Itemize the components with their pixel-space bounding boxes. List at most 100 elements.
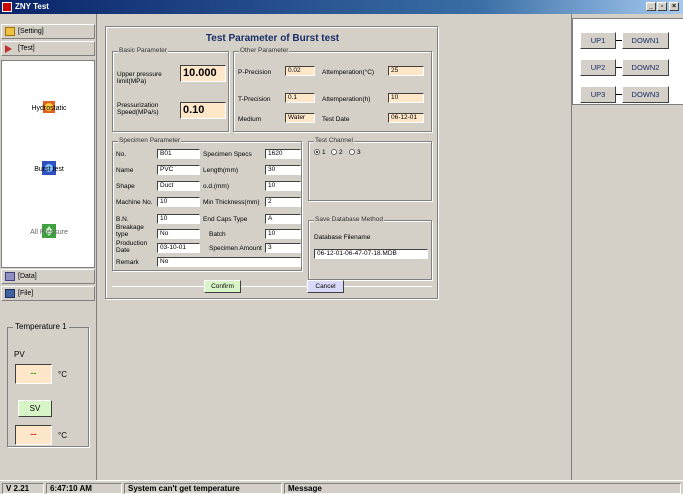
time-cell: 6:47:10 AM <box>46 483 122 494</box>
nav-data[interactable]: [Data] <box>1 269 95 284</box>
test-date-field[interactable]: 06-12-01 <box>388 113 424 123</box>
channel-2-radio[interactable] <box>331 149 337 155</box>
nav-data-label: [Data] <box>18 273 37 280</box>
database-filename-field[interactable]: 06-12-01-06-47-07-18.MDB <box>314 249 428 259</box>
breakage-label: Breakage type <box>116 224 144 238</box>
test-list: Hydrostatic Burst test All Pressure <box>1 60 95 268</box>
p-precision-field[interactable]: 0.02 <box>285 66 315 76</box>
attemp-c-field[interactable]: 25 <box>388 66 424 76</box>
production-date-field[interactable]: 03-10-01 <box>157 243 200 253</box>
specimen-amount-field[interactable]: 3 <box>265 243 301 253</box>
close-button[interactable]: × <box>669 2 679 11</box>
divider-middle <box>241 286 307 287</box>
test-channel-group: Test Channel 1 2 3 <box>308 137 432 201</box>
bn-label: B.N. <box>116 216 129 223</box>
nav-setting-label: [Setting] <box>18 28 44 35</box>
message-cell: Message <box>284 483 681 494</box>
maximize-button[interactable]: ▫ <box>657 2 667 11</box>
pv-label: PV <box>14 350 25 359</box>
od-label: o.d.(mm) <box>203 183 229 190</box>
status-message-cell: System can't get temperature <box>124 483 282 494</box>
test-channel-legend: Test Channel <box>314 137 354 144</box>
breakage-field[interactable]: No <box>157 229 200 239</box>
up3-button[interactable]: UP3 <box>580 86 616 103</box>
test-all-pressure[interactable]: All Pressure <box>2 224 96 238</box>
test-hydrostatic[interactable]: Hydrostatic <box>2 101 96 113</box>
cancel-button[interactable]: Cancel <box>307 280 344 293</box>
length-field[interactable]: 30 <box>265 165 301 175</box>
file-icon <box>5 289 15 298</box>
channel-3-radio[interactable] <box>349 149 355 155</box>
medium-field[interactable]: Water <box>285 113 315 123</box>
channel-1-radio[interactable] <box>314 149 320 155</box>
channel-row-3: UP3 DOWN3 <box>573 86 683 104</box>
confirm-button[interactable]: Confirm <box>204 280 241 293</box>
data-icon <box>5 272 15 281</box>
version-cell: V 2.21 <box>2 483 44 494</box>
specimen-amount-label: Specimen Amount <box>209 245 262 252</box>
length-label: Length(mm) <box>203 167 239 174</box>
attemp-h-field[interactable]: 10 <box>388 93 424 103</box>
t-precision-field[interactable]: 0.1 <box>285 93 315 103</box>
up-down-panel: UP1 DOWN1 UP2 DOWN2 UP3 DOWN3 <box>572 18 683 105</box>
machine-no-field[interactable]: 10 <box>157 197 200 207</box>
divider-right <box>344 286 432 287</box>
test-hydrostatic-label: Hydrostatic <box>31 105 67 112</box>
temperature-title: Temperature 1 <box>13 322 69 331</box>
end-caps-field[interactable]: A <box>265 214 301 224</box>
batch-field[interactable]: 10 <box>265 229 301 239</box>
minimize-button[interactable]: _ <box>646 2 656 11</box>
batch-label: Batch <box>209 231 226 238</box>
remark-label: Remark <box>116 259 139 266</box>
sv-button[interactable]: SV <box>18 400 52 417</box>
channel-1-label: 1 <box>322 149 326 156</box>
upper-pressure-label: Upper pressure limit(MPa) <box>117 71 162 85</box>
pressurization-speed-field[interactable]: 0.10 <box>180 102 226 119</box>
shape-field[interactable]: Duct <box>157 181 200 191</box>
status-bar: V 2.21 6:47:10 AM System can't get tempe… <box>0 480 683 494</box>
attemp-h-label: Attemperation(h) <box>322 96 371 103</box>
production-date-label: Production Date <box>116 240 148 254</box>
specimen-parameter-legend: Specimen Parameter <box>118 137 182 144</box>
remark-field[interactable]: No <box>157 257 301 267</box>
no-field[interactable]: B01 <box>157 149 200 159</box>
specs-field[interactable]: 1620 <box>265 149 301 159</box>
end-caps-label: End Caps Type <box>203 216 248 223</box>
divider-left <box>112 286 204 287</box>
temperature-group: Temperature 1 PV -- °C SV -- °C <box>7 322 89 447</box>
specimen-parameter-group: Specimen Parameter No. B01 Specimen Spec… <box>112 137 302 271</box>
test-all-pressure-label: All Pressure <box>30 229 68 236</box>
up2-button[interactable]: UP2 <box>580 59 616 76</box>
database-filename-label: Database Filename <box>314 234 371 241</box>
sv-value: -- <box>15 425 52 445</box>
machine-no-label: Machine No. <box>116 199 153 206</box>
medium-label: Medium <box>238 116 262 123</box>
channel-row-2: UP2 DOWN2 <box>573 59 683 77</box>
upper-pressure-field[interactable]: 10.000 <box>180 65 226 82</box>
name-field[interactable]: PVC <box>157 165 200 175</box>
sidebar: [Setting] [Test] Hydrostatic Burst test … <box>0 14 97 480</box>
up1-button[interactable]: UP1 <box>580 32 616 49</box>
down1-button[interactable]: DOWN1 <box>622 32 669 49</box>
down2-button[interactable]: DOWN2 <box>622 59 669 76</box>
test-arrow-icon <box>5 45 12 53</box>
test-burst[interactable]: Burst test <box>2 161 96 175</box>
attemp-c-label: Attemperation(°C) <box>322 69 375 76</box>
bn-field[interactable]: 10 <box>157 214 200 224</box>
nav-file[interactable]: [File] <box>1 286 95 301</box>
channel-2-label: 2 <box>339 149 343 156</box>
main-area: Test Parameter of Burst test Basic Param… <box>98 14 570 480</box>
name-label: Name <box>116 167 134 174</box>
pressurization-speed-label: Pressurization Speed(MPa/s) <box>117 102 159 116</box>
nav-file-label: [File] <box>18 290 34 297</box>
nav-setting[interactable]: [Setting] <box>1 24 95 39</box>
nav-test[interactable]: [Test] <box>1 41 95 56</box>
channel-3-label: 3 <box>357 149 361 156</box>
min-thickness-field[interactable]: 2 <box>265 197 301 207</box>
specs-label: Specimen Specs <box>203 151 252 158</box>
setting-icon <box>5 27 15 36</box>
t-precision-label: T-Precision <box>238 96 271 103</box>
od-field[interactable]: 10 <box>265 181 301 191</box>
down3-button[interactable]: DOWN3 <box>622 86 669 103</box>
pv-unit: °C <box>58 370 67 379</box>
